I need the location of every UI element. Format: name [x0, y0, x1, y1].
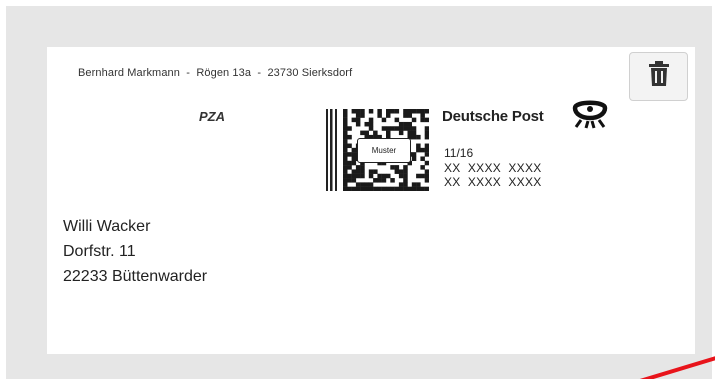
- sample-label: Muster: [357, 138, 411, 163]
- stamp-code-line: XX XXXX XXXX: [444, 175, 542, 189]
- brand-name: Deutsche Post: [442, 108, 544, 125]
- trash-icon: [648, 61, 670, 92]
- post-horn-icon: [572, 100, 608, 129]
- recipient-city: 22233 Büttenwarder: [63, 268, 208, 285]
- recipient-street: Dorfstr. 11: [63, 243, 136, 260]
- stamp-code-line: XX XXXX XXXX: [444, 161, 542, 175]
- sender-address-line: Bernhard Markmann - Rögen 13a - 23730 Si…: [78, 67, 353, 79]
- product-code-label: PZA: [199, 109, 225, 124]
- stamp-date: 11/16: [444, 146, 474, 160]
- delete-button[interactable]: [629, 52, 688, 101]
- envelope-card: Bernhard Markmann - Rögen 13a - 23730 Si…: [47, 47, 695, 354]
- envelope-area: Bernhard Markmann - Rögen 13a - 23730 Si…: [6, 6, 712, 379]
- recipient-name: Willi Wacker: [63, 218, 151, 235]
- stamp-barcode-bars: [326, 109, 337, 191]
